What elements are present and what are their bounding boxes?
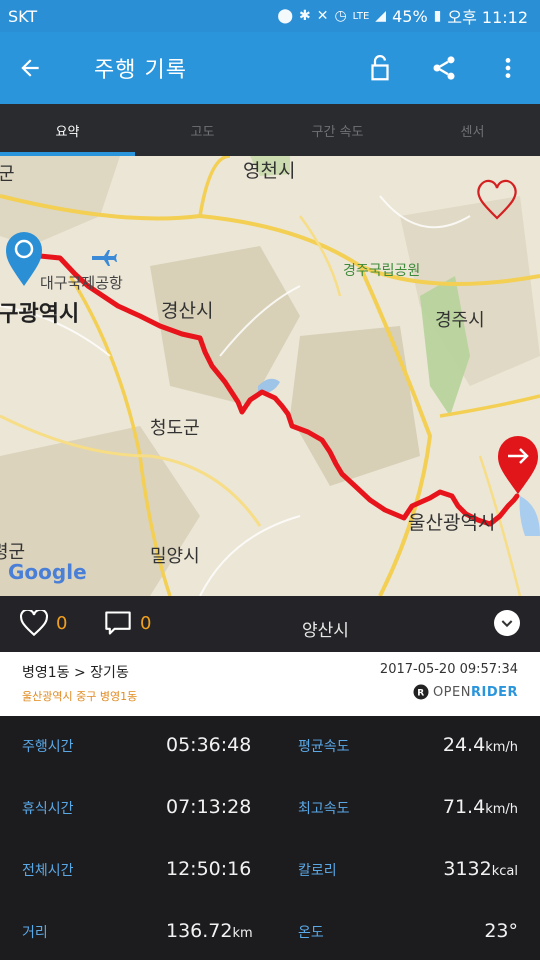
route-title: 병영1동 > 장기동 [22,665,129,681]
arrow-left-icon [21,59,39,77]
more-menu-button[interactable] [476,32,540,104]
calorie-value: 3132kcal [443,858,518,880]
chevron-down-icon [501,620,513,628]
google-logo: Google [8,560,87,584]
expand-button[interactable] [494,610,520,636]
openrider-logo: R OPEN RIDER [413,684,518,700]
clock: 오후 11:12 [447,8,528,27]
avg-speed-label: 평균속도 [298,739,350,755]
map-label-gun-left: 군 [0,164,15,185]
total-time-label: 전체시간 [22,863,74,879]
social-bar: 0 0 양산시 [0,596,540,652]
comment-icon [105,611,131,635]
network-type: LTE [352,10,370,22]
map-label-daegu: 대구광역시 [0,302,80,327]
unlock-icon [371,54,389,81]
temp-value: 23° [484,920,518,942]
route-map[interactable]: 영천시 대구국제공항 대구광역시 경산시 경주국립공원 경주시 청도군 울산광역… [0,156,540,596]
ride-stats: 주행시간 05:36:48 평균속도 24.4km/h 휴식시간 07:13:2… [0,716,540,960]
map-label-yeongcheon: 영천시 [243,160,296,182]
battery-icon: ▮ [433,8,442,24]
map-label-cheongdo: 청도군 [150,418,200,439]
map-label-yangsan: 양산시 [302,621,349,641]
route-address: 울산광역시 중구 병영1동 [22,690,138,703]
app-bar: 주행 기록 [0,32,540,104]
status-bar: SKT ⬤ ✱ ✕ ◷ LTE ◢ 45% ▮ 오후 11:12 [0,0,540,32]
location-icon: ⬤ [277,8,293,24]
like-group[interactable]: 0 [20,610,67,636]
tab-altitude[interactable]: 고도 [135,104,270,156]
rest-time-value: 07:13:28 [166,796,252,818]
distance-value: 136.72km [166,920,253,942]
tab-section-speed[interactable]: 구간 속도 [270,104,405,156]
temp-label: 온도 [298,925,324,941]
map-label-daegu-airport: 대구국제공항 [40,274,123,292]
like-count: 0 [56,612,68,634]
page-title: 주행 기록 [94,58,187,83]
battery-percent: 45% [392,6,428,26]
comment-group[interactable]: 0 [104,610,151,636]
ride-time-label: 주행시간 [22,739,74,755]
calorie-label: 칼로리 [298,863,337,879]
ride-time-value: 05:36:48 [166,734,252,756]
lock-button[interactable] [348,32,412,104]
rest-time-label: 휴식시간 [22,801,74,817]
share-icon [433,56,455,80]
map-label-ulsan: 울산광역시 [408,512,496,534]
distance-label: 거리 [22,925,48,941]
mute-icon: ✕ [316,8,329,24]
signal-icon: ◢ [375,8,387,24]
ride-datetime: 2017-05-20 09:57:34 [379,662,518,677]
share-button[interactable] [412,32,476,104]
openrider-logo-icon: R [413,684,429,700]
max-speed-label: 최고속도 [298,801,350,817]
bluetooth-icon: ✱ [298,8,311,24]
comment-count: 0 [140,612,152,634]
map-label-gyeongju-park: 경주국립공원 [343,263,421,279]
heart-icon [20,610,48,636]
svg-text:R: R [417,689,424,699]
alarm-icon: ◷ [334,8,347,24]
tab-bar: 요약 고도 구간 속도 센서 [0,104,540,156]
map-label-gyeongsan: 경산시 [161,300,214,322]
tab-summary[interactable]: 요약 [0,104,135,156]
map-label-gyeongju: 경주시 [435,310,485,331]
ride-info: 병영1동 > 장기동 울산광역시 중구 병영1동 2017-05-20 09:5… [0,652,540,716]
max-speed-value: 71.4km/h [442,796,518,818]
total-time-value: 12:50:16 [166,858,252,880]
map-label-miryang: 밀양시 [150,546,200,567]
carrier-label: SKT [8,6,38,26]
avg-speed-value: 24.4km/h [442,734,518,756]
more-vert-icon [505,58,511,78]
tab-sensor[interactable]: 센서 [405,104,540,156]
back-button[interactable] [0,32,60,104]
brand-open: OPEN [432,684,471,700]
brand-rider: RIDER [470,684,518,700]
